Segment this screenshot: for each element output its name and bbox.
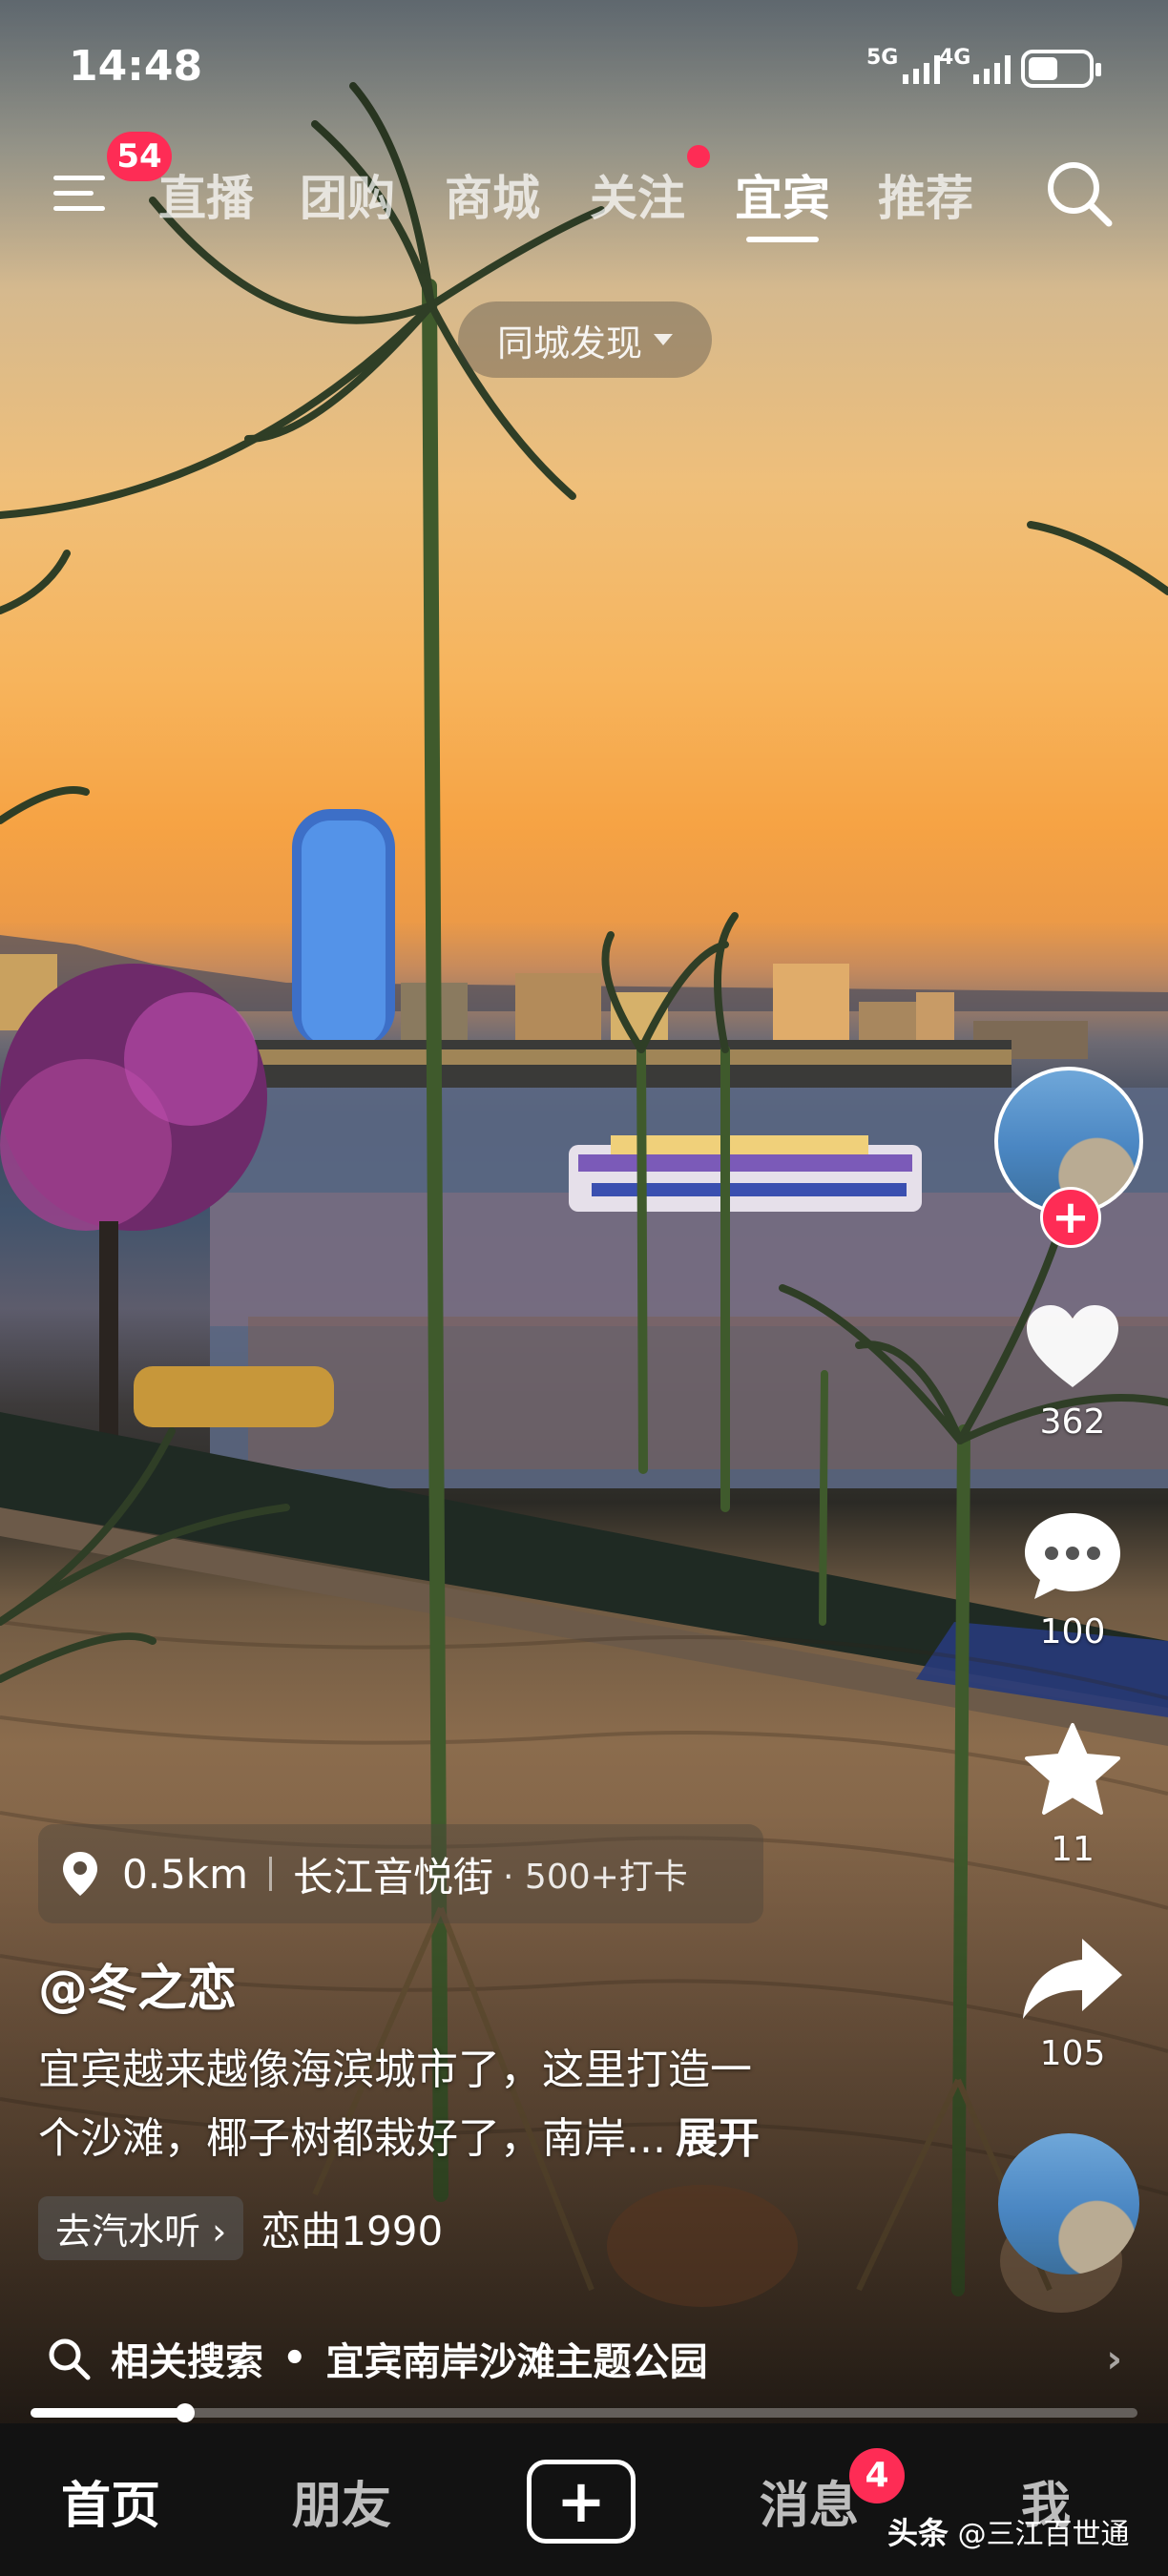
source-watermark: 头条 @三江百世通 xyxy=(887,2509,1130,2553)
open-in-music-app-tag[interactable]: 去汽水听 › xyxy=(38,2196,244,2260)
watermark-account: @三江百世通 xyxy=(957,2518,1130,2551)
location-checkins: · 500+打卡 xyxy=(503,1858,688,1897)
favorite-count: 11 xyxy=(1051,1830,1095,1869)
follow-button[interactable]: + xyxy=(1040,1187,1101,1248)
comment-icon xyxy=(1025,1513,1120,1599)
search-icon xyxy=(49,2338,91,2380)
active-tab-indicator xyxy=(746,237,819,242)
local-discover-label: 同城发现 xyxy=(496,322,642,364)
location-distance: 0.5km xyxy=(122,1850,249,1898)
chevron-right-icon: › xyxy=(1106,2337,1122,2381)
comment-count: 100 xyxy=(1039,1612,1106,1652)
tab-group-buy[interactable]: 团购 xyxy=(300,160,395,229)
bottom-tab-bar: 首页 朋友 + 消息 4 我 xyxy=(0,2423,1168,2576)
location-divider xyxy=(269,1857,273,1891)
heart-icon xyxy=(1027,1305,1118,1387)
tab-recommend[interactable]: 推荐 xyxy=(878,160,973,229)
expand-caption-link[interactable]: 展开 xyxy=(676,2114,760,2163)
star-icon xyxy=(1025,1723,1120,1815)
tab-live[interactable]: 直播 xyxy=(158,160,254,229)
signal-bars-icon xyxy=(973,53,1011,84)
music-row[interactable]: 去汽水听 › 恋曲1990 xyxy=(38,2196,443,2260)
related-search-dot: • xyxy=(282,2337,307,2380)
battery-icon xyxy=(1021,50,1101,88)
tab-messages[interactable]: 消息 xyxy=(760,2465,859,2537)
music-app-label: 去汽水听 xyxy=(55,2211,201,2253)
local-discover-dropdown[interactable]: 同城发现 xyxy=(458,301,712,378)
like-count: 362 xyxy=(1039,1402,1106,1442)
tab-mall[interactable]: 商城 xyxy=(445,160,540,229)
related-search-label: 相关搜索 xyxy=(111,2340,263,2384)
signal-5g-label: 5G xyxy=(866,46,899,70)
share-button[interactable]: 105 xyxy=(1015,1933,1130,2073)
author-name[interactable]: @冬之恋 xyxy=(38,1948,237,2020)
music-disc-avatar[interactable] xyxy=(998,2133,1139,2275)
caret-down-icon xyxy=(654,334,673,345)
share-arrow-icon xyxy=(1023,1939,1122,2019)
tab-local-city[interactable]: 宜宾 xyxy=(735,160,830,229)
location-pin-icon xyxy=(63,1852,97,1896)
plus-icon: + xyxy=(556,2466,606,2536)
caption-line-2: 个沙滩，椰子树都栽好了，南岸... xyxy=(38,2114,666,2163)
comment-button[interactable]: 100 xyxy=(1015,1507,1130,1652)
like-button[interactable]: 362 xyxy=(1015,1301,1130,1442)
create-post-button[interactable]: + xyxy=(527,2460,636,2544)
tab-home[interactable]: 首页 xyxy=(61,2465,160,2537)
share-count: 105 xyxy=(1039,2034,1106,2073)
location-tag[interactable]: 0.5km 长江音悦街 · 500+打卡 xyxy=(38,1824,763,1923)
signal-4g-label: 4G xyxy=(939,46,971,70)
music-title: 恋曲1990 xyxy=(261,2208,444,2254)
video-caption: 宜宾越来越像海滨城市了，这里打造一 个沙滩，椰子树都栽好了，南岸... 展开 xyxy=(38,2036,859,2173)
search-icon[interactable] xyxy=(1042,156,1116,231)
video-progress-fill xyxy=(31,2408,186,2418)
favorite-button[interactable]: 11 xyxy=(1015,1721,1130,1869)
messages-badge: 4 xyxy=(849,2448,905,2503)
signal-bars-icon xyxy=(903,53,940,84)
status-bar: 14:48 5G 4G xyxy=(0,0,1168,134)
location-name: 长江音悦街 xyxy=(293,1853,494,1901)
related-search-bar[interactable]: 相关搜索 • 宜宾南岸沙滩主题公园 › xyxy=(0,2316,1168,2400)
following-update-dot xyxy=(687,145,710,168)
menu-icon[interactable] xyxy=(53,170,111,216)
caption-line-1: 宜宾越来越像海滨城市了，这里打造一 xyxy=(38,2046,752,2094)
related-search-query: 宜宾南岸沙滩主题公园 xyxy=(325,2340,708,2384)
watermark-source: 头条 xyxy=(887,2515,949,2551)
status-time: 14:48 xyxy=(69,42,203,91)
tab-friends[interactable]: 朋友 xyxy=(292,2465,391,2537)
video-progress-bar[interactable] xyxy=(31,2403,1137,2422)
tab-following[interactable]: 关注 xyxy=(590,160,685,229)
